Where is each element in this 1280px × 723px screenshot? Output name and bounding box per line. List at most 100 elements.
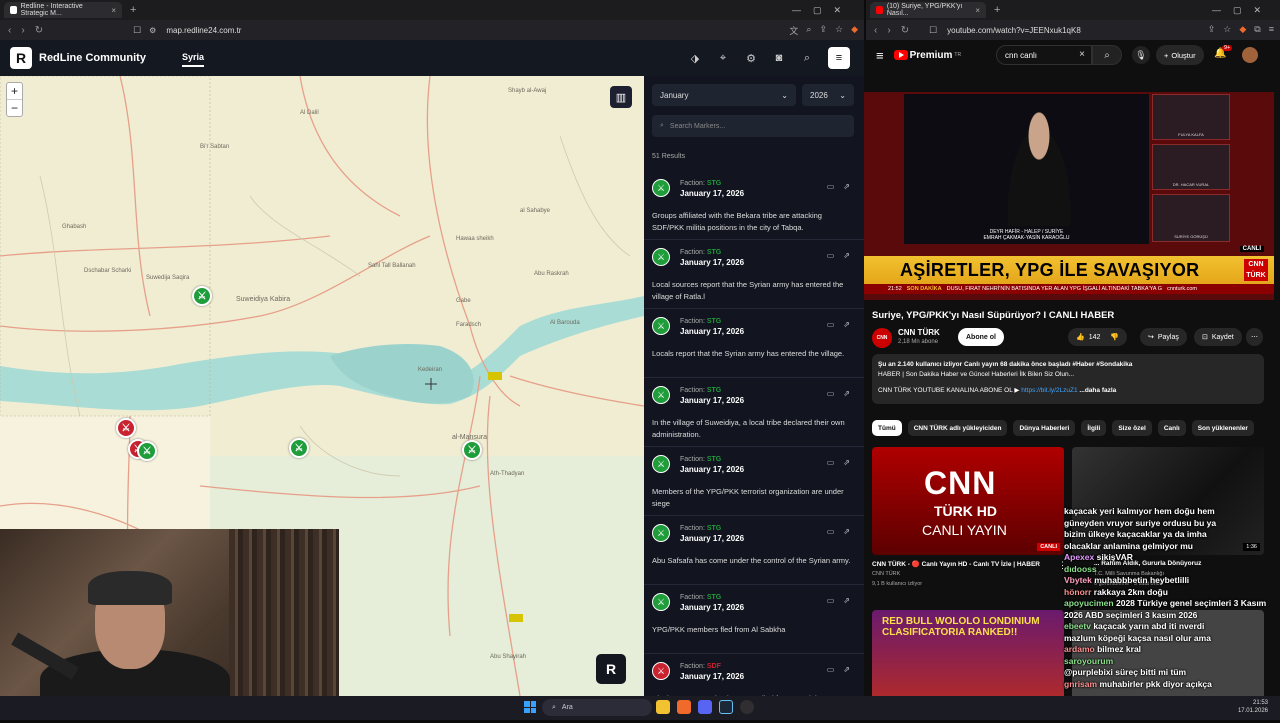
rec-title[interactable]: CNN TÜRK - 🔴 Canlı Yayın HD - Canlı TV İ… (872, 560, 1040, 568)
list-item[interactable]: ⚔ Faction: STG January 17, 2026 ▭ ⇗ Abu S… (644, 516, 864, 585)
new-tab-icon[interactable]: + (130, 4, 136, 16)
desc-more[interactable]: ...daha fazla (1079, 387, 1116, 394)
list-item[interactable]: ⚔ Faction: STG January 17, 2026 ▭ ⇗ In th… (644, 378, 864, 447)
camera-icon[interactable]: ◙ (772, 52, 786, 64)
minimize-icon[interactable]: — (1212, 5, 1221, 15)
share-icon[interactable]: ⇪ (819, 24, 827, 37)
external-link-icon[interactable]: ⇗ (843, 458, 850, 467)
chip-uploader[interactable]: CNN TÜRK adlı yükleyiciden (907, 420, 1008, 436)
search-button[interactable]: ⌕ (1092, 45, 1122, 65)
map-marker-stg[interactable]: ⚔ (192, 286, 212, 306)
channel-avatar[interactable]: CNN (872, 328, 892, 348)
video-icon[interactable]: ▭ (827, 458, 835, 467)
obs-icon[interactable] (740, 700, 754, 714)
list-item[interactable]: ⚔ Faction: STG January 17, 2026 ▭ ⇗ YPG/P… (644, 585, 864, 654)
desc-link[interactable]: https://bit.ly/2LzuZ1 (1021, 387, 1077, 394)
clear-search-icon[interactable]: × (1079, 49, 1085, 60)
chip-world-news[interactable]: Dünya Haberleri (1013, 420, 1076, 436)
minimize-icon[interactable]: — (792, 5, 801, 15)
tab-redline[interactable]: Redline - Interactive Strategic M... × (4, 2, 122, 18)
redline-logo-icon[interactable]: R (10, 47, 32, 69)
year-select[interactable]: 2026 ⌄ (802, 84, 854, 106)
map-marker-stg[interactable]: ⚔ (137, 441, 157, 461)
chip-live[interactable]: Canlı (1157, 420, 1186, 436)
chip-recent[interactable]: Son yüklenenler (1191, 420, 1254, 436)
forward-icon[interactable]: › (887, 25, 890, 36)
rec-channel[interactable]: CNN TÜRK (872, 571, 900, 577)
save-button[interactable]: ⊡ Kaydet (1194, 328, 1242, 346)
thumbs-down-icon[interactable]: 👎 (1110, 333, 1119, 341)
video-icon[interactable]: ▭ (827, 320, 835, 329)
rec-thumbnail-redbull[interactable]: RED BULL WOLOLO LONDINIUM CLASIFICATORIA… (872, 610, 1064, 696)
star-icon[interactable]: ☆ (835, 24, 843, 37)
chip-for-you[interactable]: Size özel (1112, 420, 1152, 436)
brave-shield-icon[interactable]: ◆ (1239, 24, 1246, 35)
external-link-icon[interactable]: ⇗ (843, 665, 850, 674)
youtube-premium-logo[interactable]: Premium TR (893, 50, 961, 61)
bookmark-icon[interactable]: ☐ (929, 25, 937, 36)
reload-icon[interactable]: ↻ (901, 25, 909, 36)
zoom-icon[interactable]: ⌕ (806, 24, 811, 37)
system-clock[interactable]: 21:53 17.01.2026 (1238, 699, 1268, 715)
brave-shield-icon[interactable]: ◆ (851, 24, 858, 37)
map-marker-stg[interactable]: ⚔ (462, 440, 482, 460)
menu-button[interactable]: ≡ (828, 47, 850, 69)
list-item[interactable]: ⚔ Faction: STG January 17, 2026 ▭ ⇗ Group… (644, 171, 864, 240)
tag-icon[interactable]: ⬗ (688, 52, 702, 65)
video-icon[interactable]: ▭ (827, 665, 835, 674)
external-link-icon[interactable]: ⇗ (843, 320, 850, 329)
site-info-icon[interactable]: ⚙ (149, 26, 156, 35)
video-icon[interactable]: ▭ (827, 251, 835, 260)
url-field[interactable]: youtube.com/watch?v=JEENxuk1qK8 (947, 26, 1081, 35)
like-button[interactable]: 👍 142 👎 (1068, 328, 1128, 346)
back-icon[interactable]: ‹ (8, 25, 11, 36)
location-pin-icon[interactable]: ⌖ (716, 52, 730, 65)
windows-start-icon[interactable] (524, 701, 536, 713)
discord-icon[interactable] (698, 700, 712, 714)
share-icon[interactable]: ⇪ (1208, 24, 1216, 35)
maximize-icon[interactable]: ▢ (813, 5, 822, 16)
video-icon[interactable]: ▭ (827, 596, 835, 605)
tab-youtube[interactable]: (10) Suriye, YPG/PKK'yı Nasıl... × (870, 2, 986, 18)
star-icon[interactable]: ☆ (1223, 24, 1231, 35)
zoom-out-button[interactable]: − (7, 100, 22, 116)
create-button[interactable]: + Oluştur (1156, 45, 1204, 65)
tab-syria[interactable]: Syria (181, 52, 204, 67)
external-link-icon[interactable]: ⇗ (843, 527, 850, 536)
translate-icon[interactable]: 文 (789, 24, 798, 37)
rec-thumbnail-cnn[interactable]: CNN TÜRK HD CANLI YAYIN CANLI (872, 447, 1064, 555)
reload-icon[interactable]: ↻ (35, 25, 43, 36)
video-icon[interactable]: ▭ (827, 182, 835, 191)
share-button[interactable]: ↪ Paylaş (1140, 328, 1187, 346)
search-icon[interactable]: ⌕ (800, 52, 814, 65)
list-item[interactable]: ⚔ Faction: STG January 17, 2026 ▭ ⇗ Local… (644, 309, 864, 378)
channel-name[interactable]: CNN TÜRK (898, 328, 940, 337)
menu-icon[interactable]: ≡ (1269, 24, 1274, 35)
taskbar-search[interactable]: ⌕ Ara (542, 699, 652, 716)
video-description[interactable]: Şu an 2.140 kullanıcı izliyor Canlı yayı… (872, 354, 1264, 404)
external-link-icon[interactable]: ⇗ (843, 389, 850, 398)
list-item[interactable]: ⚔ Faction: STG January 17, 2026 ▭ ⇗ Local… (644, 240, 864, 309)
forward-icon[interactable]: › (21, 25, 24, 36)
video-icon[interactable]: ▭ (827, 527, 835, 536)
close-window-icon[interactable]: ✕ (834, 5, 842, 16)
bookmark-icon[interactable]: ☐ (133, 25, 141, 36)
url-field[interactable]: map.redline24.com.tr (166, 26, 241, 35)
close-tab-icon[interactable]: × (975, 6, 980, 15)
zoom-in-button[interactable]: + (7, 83, 22, 100)
video-player[interactable]: DEYR HAFİR - HALEP / SURİYE EMRAH ÇAKMAK… (864, 92, 1274, 300)
external-link-icon[interactable]: ⇗ (843, 182, 850, 191)
steam-icon[interactable] (719, 700, 733, 714)
external-link-icon[interactable]: ⇗ (843, 251, 850, 260)
extensions-icon[interactable]: ⧉ (1254, 24, 1260, 35)
file-explorer-icon[interactable] (656, 700, 670, 714)
voice-search-button[interactable]: 🎙 (1132, 46, 1150, 64)
marker-search-input[interactable]: ⌕ Search Markers... (652, 115, 854, 137)
video-icon[interactable]: ▭ (827, 389, 835, 398)
map-layers-button[interactable]: ▥ (610, 86, 632, 108)
youtube-search-input[interactable]: cnn canlı × (996, 45, 1092, 65)
month-select[interactable]: January ⌄ (652, 84, 796, 106)
user-avatar[interactable] (1242, 47, 1258, 63)
close-window-icon[interactable]: ✕ (1254, 5, 1262, 16)
subscribe-button[interactable]: Abone ol (958, 328, 1004, 346)
